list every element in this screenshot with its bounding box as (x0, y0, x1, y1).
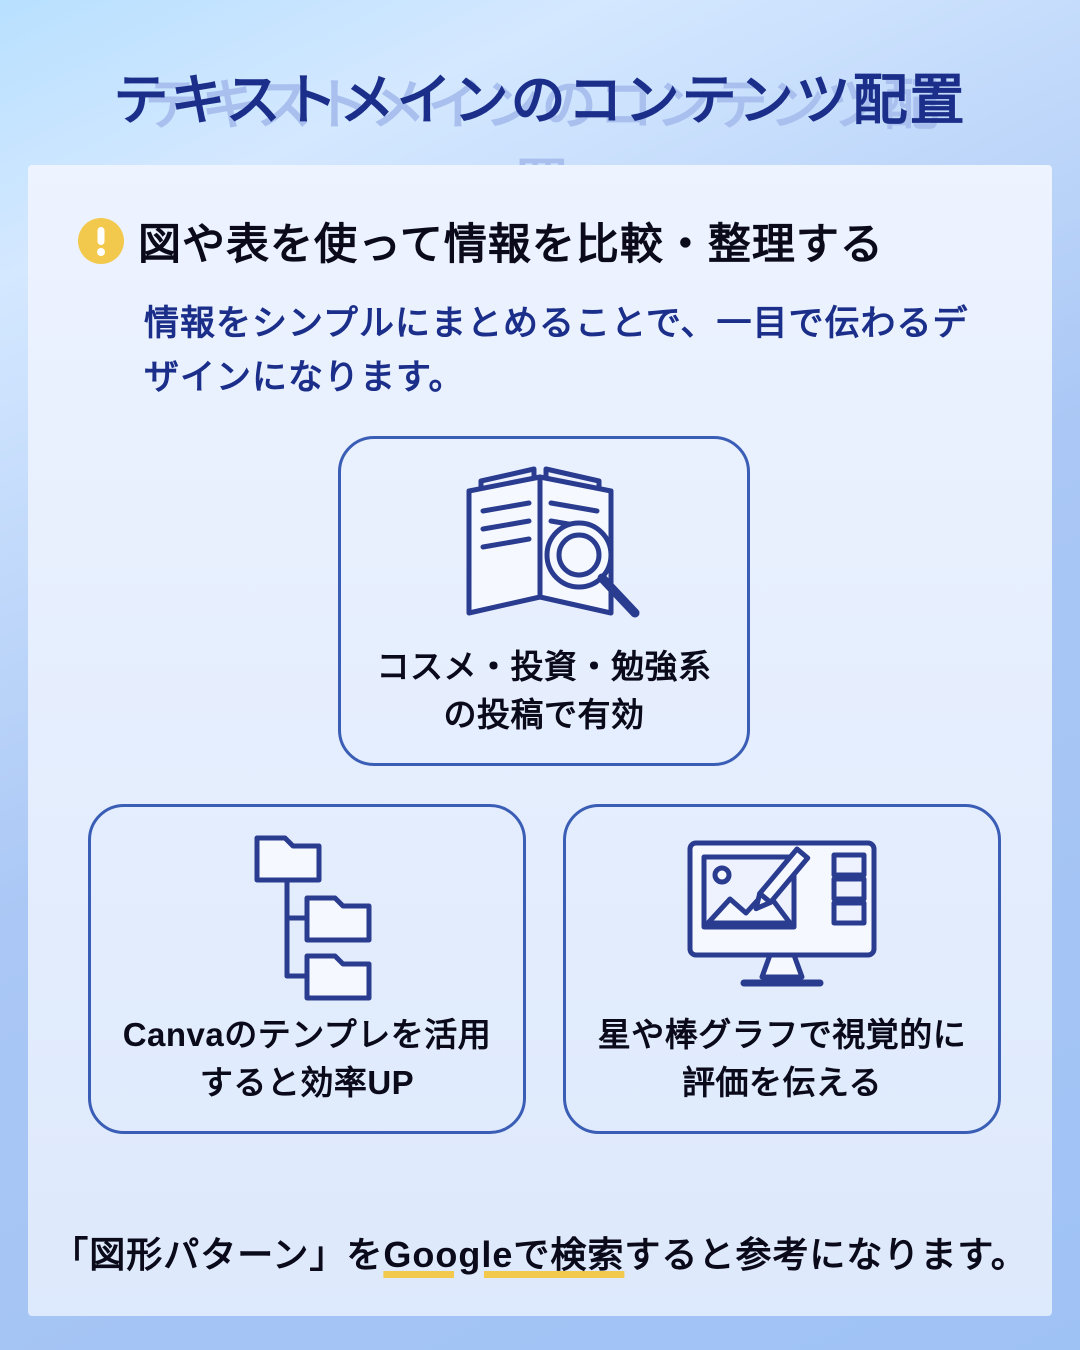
footer-suffix: すると参考になります。 (624, 1234, 1027, 1275)
footer-highlight: Googleで検索 (383, 1234, 624, 1275)
card-research: コスメ・投資・勉強系の投稿で有効 (338, 436, 750, 766)
book-magnifier-icon (363, 459, 725, 637)
card-text: コスメ・投資・勉強系の投稿で有効 (363, 643, 725, 739)
exclamation-icon (78, 218, 124, 264)
monitor-design-icon (588, 827, 976, 1005)
section-heading-row: 図や表を使って情報を比較・整理する (58, 210, 1022, 272)
card-text: 星や棒グラフで視覚的に評価を伝える (588, 1011, 976, 1107)
footer-note: 「図形パターン」をGoogleで検索すると参考になります。 (28, 1226, 1052, 1278)
card-text: Canvaのテンプレを活用すると効率UP (113, 1011, 501, 1107)
content-panel: 図や表を使って情報を比較・整理する 情報をシンプルにまとめることで、一目で伝わる… (28, 165, 1052, 1316)
page-title: テキストメインのコンテンツ配置 (113, 55, 966, 135)
footer-prefix: 「図形パターン」を (52, 1234, 383, 1275)
section-heading: 図や表を使って情報を比較・整理する (138, 210, 884, 272)
card-visual: 星や棒グラフで視覚的に評価を伝える (563, 804, 1001, 1134)
cards-area: コスメ・投資・勉強系の投稿で有効 (58, 436, 1022, 1186)
card-templates: Canvaのテンプレを活用すると効率UP (88, 804, 526, 1134)
folder-tree-icon (113, 827, 501, 1005)
title-bar: テキストメインのコンテンツ配置 (0, 0, 1080, 135)
section-subtext: 情報をシンプルにまとめることで、一目で伝わるデザインになります。 (58, 297, 1022, 406)
